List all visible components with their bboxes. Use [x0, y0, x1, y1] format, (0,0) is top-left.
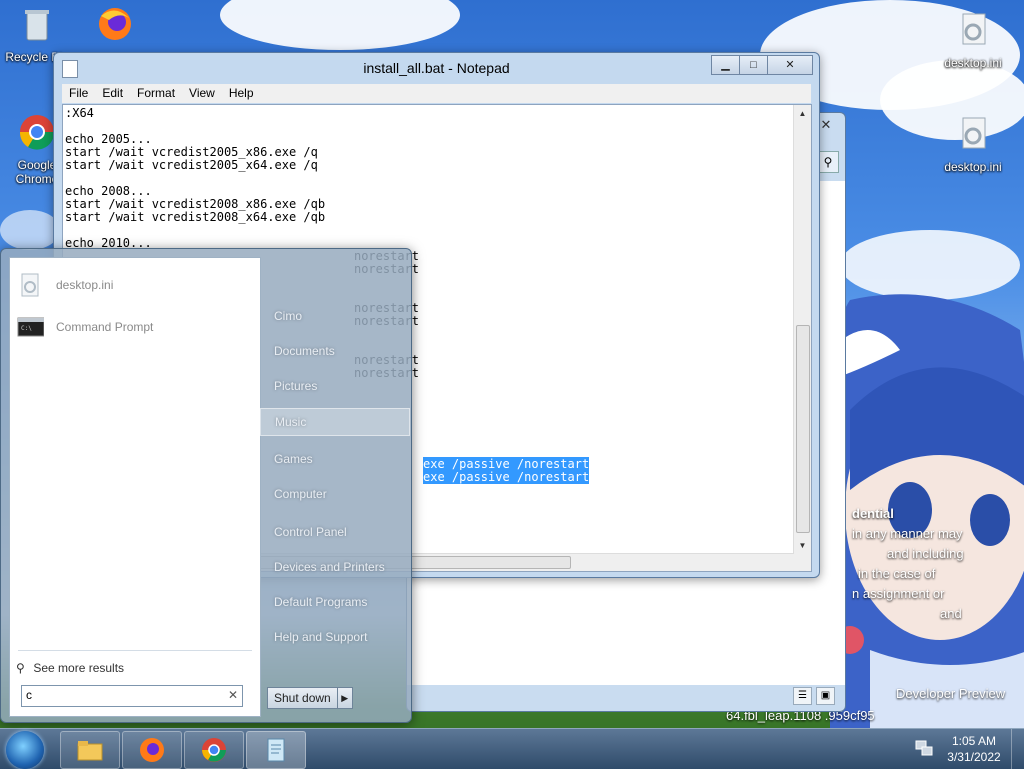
- menu-view[interactable]: View: [182, 84, 222, 103]
- shutdown-button[interactable]: Shut down: [267, 687, 338, 709]
- start-search-box[interactable]: ✕: [21, 685, 243, 707]
- link-default-programs[interactable]: Default Programs: [274, 589, 404, 615]
- menu-bar: File Edit Format View Help: [62, 84, 811, 103]
- menu-file[interactable]: File: [62, 84, 95, 103]
- see-more-label[interactable]: See more results: [33, 661, 124, 675]
- link-music[interactable]: Music: [260, 408, 410, 436]
- result-desktop-ini[interactable]: desktop.ini: [14, 268, 258, 302]
- link-documents[interactable]: Documents: [274, 338, 404, 364]
- link-computer[interactable]: Computer: [274, 481, 404, 507]
- show-desktop-button[interactable]: [1011, 729, 1024, 769]
- watermark-text: Developer Preview: [896, 686, 1006, 701]
- details-view-icon[interactable]: ☰: [793, 687, 812, 705]
- vertical-scrollbar[interactable]: ▲ ▼: [793, 105, 811, 554]
- clock-time: 1:05 AM: [951, 734, 997, 748]
- menu-help[interactable]: Help: [222, 84, 261, 103]
- scroll-up-icon[interactable]: ▲: [794, 105, 811, 122]
- minimize-button[interactable]: ▁: [711, 55, 740, 75]
- menu-format[interactable]: Format: [130, 84, 182, 103]
- scroll-thumb[interactable]: [796, 325, 810, 533]
- desktop-ini-icon[interactable]: desktop.ini: [936, 114, 1010, 174]
- watermark-text: and: [940, 606, 962, 621]
- watermark-text: n assignment or: [852, 586, 945, 601]
- watermark-text: in any manner may: [852, 526, 963, 541]
- divider: [18, 650, 252, 651]
- link-pictures[interactable]: Pictures: [274, 373, 404, 399]
- firefox-icon: [140, 738, 164, 762]
- taskbar-firefox-button[interactable]: [122, 731, 182, 769]
- start-button[interactable]: [6, 731, 44, 769]
- desktop-ini-icon[interactable]: desktop.ini: [936, 10, 1010, 70]
- start-right-pane: Cimo Documents Pictures Music Games Comp…: [260, 257, 410, 715]
- firefox-desktop-icon[interactable]: [78, 4, 152, 50]
- clock-date: 3/31/2022: [947, 750, 1001, 764]
- watermark-text: in the case of: [858, 566, 936, 581]
- chrome-icon: [202, 738, 226, 762]
- selected-text[interactable]: exe /passive /norestart exe /passive /no…: [423, 457, 590, 484]
- svg-text:C:\: C:\: [21, 325, 32, 332]
- size-grip: [794, 554, 811, 571]
- start-menu: desktop.ini C:\ Command Prompt ⚲ See mor…: [0, 248, 412, 723]
- window-title: install_all.bat - Notepad: [363, 60, 510, 76]
- watermark-text: dential: [852, 506, 894, 521]
- link-games[interactable]: Games: [274, 446, 404, 472]
- search-icon: ⚲: [16, 661, 25, 675]
- watermark-text: and including: [887, 546, 964, 561]
- see-more-results-link[interactable]: ⚲ See more results: [16, 658, 124, 678]
- search-input[interactable]: [26, 688, 216, 702]
- shutdown-options-icon[interactable]: ▶: [337, 687, 353, 709]
- link-help-support[interactable]: Help and Support: [274, 624, 404, 650]
- network-icon[interactable]: [914, 739, 934, 757]
- close-button[interactable]: ✕: [767, 55, 813, 75]
- folder-icon: [77, 741, 103, 761]
- taskbar-notepad-button[interactable]: [246, 731, 306, 769]
- preview-pane-icon[interactable]: ▣: [816, 687, 835, 705]
- taskbar: 1:05 AM 3/31/2022: [0, 728, 1024, 769]
- scroll-down-icon[interactable]: ▼: [794, 537, 811, 554]
- shutdown-group: Shut down ▶: [267, 687, 353, 709]
- search-results-pane: desktop.ini C:\ Command Prompt ⚲ See mor…: [9, 257, 261, 717]
- link-devices-printers[interactable]: Devices and Printers: [274, 554, 404, 580]
- system-clock[interactable]: 1:05 AM 3/31/2022: [944, 733, 1004, 765]
- clear-search-icon[interactable]: ✕: [228, 688, 238, 702]
- cmd-icon: C:\: [17, 317, 44, 337]
- taskbar-chrome-button[interactable]: [184, 731, 244, 769]
- maximize-button[interactable]: □: [739, 55, 768, 75]
- result-command-prompt[interactable]: C:\ Command Prompt: [14, 310, 258, 344]
- ini-file-icon: [21, 273, 39, 297]
- link-control-panel[interactable]: Control Panel: [274, 519, 404, 545]
- link-user[interactable]: Cimo: [274, 303, 404, 329]
- notepad-icon: [267, 738, 285, 762]
- menu-edit[interactable]: Edit: [95, 84, 130, 103]
- search-icon[interactable]: ⚲: [817, 151, 839, 173]
- taskbar-explorer-button[interactable]: [60, 731, 120, 769]
